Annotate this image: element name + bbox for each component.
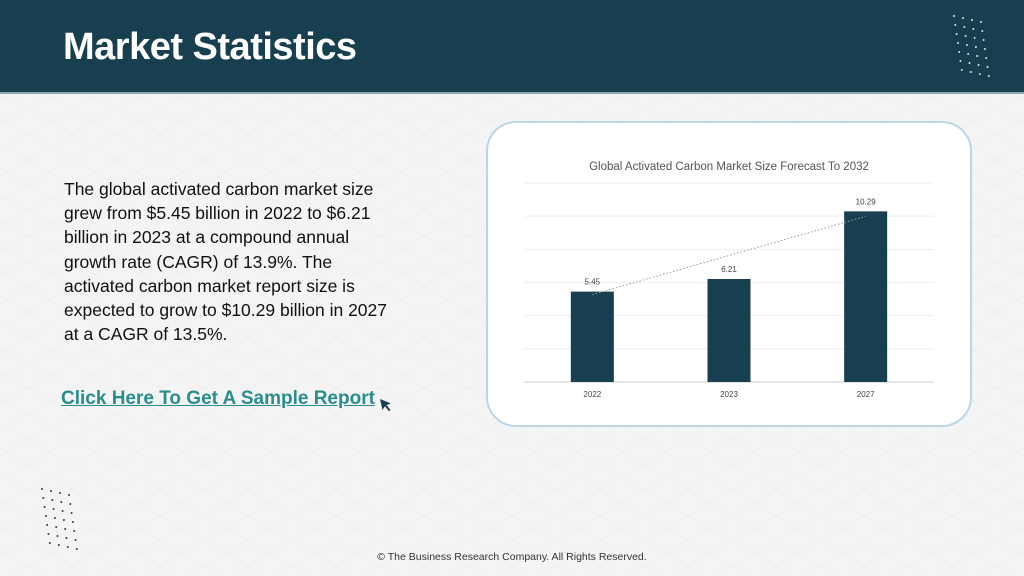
market-summary-text: The global activated carbon market size … [64,179,388,345]
dot [964,35,967,37]
dot [65,537,68,539]
dot [958,51,961,53]
dot [987,75,990,77]
dot [75,548,78,550]
dot [44,515,47,517]
cursor-arrow-icon[interactable] [378,397,394,413]
dot [52,508,55,510]
x-tick-label: 2027 [857,390,875,399]
x-tick-label: 2022 [583,390,601,399]
dot [74,539,77,541]
dot [968,62,971,64]
dot [66,546,69,548]
dot [70,512,73,514]
dot [972,28,975,30]
dot [68,494,70,496]
dot [976,55,979,57]
bar-chart: Global Activated Carbon Market Size Fore… [524,161,934,399]
dot [965,44,968,46]
bar [707,279,751,382]
bar [570,291,614,382]
dot [955,33,958,35]
dot [985,57,988,59]
dot [982,39,985,41]
bar [844,211,888,382]
dot [981,30,984,32]
page-title: Market Statistics [63,26,357,68]
dot [41,488,43,490]
dot [73,530,76,532]
dot [56,535,59,537]
dot [60,501,63,503]
dot [974,46,977,48]
dot [61,510,64,512]
dot-pattern-icon [41,488,78,550]
dot [42,497,45,499]
dot [977,64,980,66]
chart-title: Global Activated Carbon Market Size Fore… [589,161,869,173]
dot [57,544,60,546]
dot [48,542,51,544]
dot [978,73,981,75]
dot [47,533,50,535]
dot [43,506,46,508]
x-tick-label: 2023 [720,390,738,399]
dot [51,499,54,501]
dot [55,526,58,528]
data-label: 6.21 [721,265,737,274]
dot [980,21,982,23]
dot [53,517,56,519]
dot [59,492,61,494]
chart-card: Global Activated Carbon Market Size Fore… [486,121,972,427]
dot [959,60,962,62]
data-label: 5.45 [585,278,601,287]
dot [967,53,970,55]
dot [69,503,72,505]
dot [954,24,957,26]
dot [969,71,972,73]
dot [973,37,976,39]
data-label: 10.29 [856,197,877,206]
dot [956,42,959,44]
sample-report-link[interactable]: Click Here To Get A Sample Report [61,388,375,410]
dot [46,524,49,526]
dot [953,15,955,17]
dot [960,69,963,71]
dot [71,521,74,523]
dot [963,26,966,28]
dot [983,48,986,50]
dot [62,519,65,521]
dot [962,17,964,19]
dot [64,528,67,530]
dot-pattern-icon [953,15,990,77]
header-bar: Market Statistics [0,0,1024,94]
dot [50,490,52,492]
dot [986,66,989,68]
dot [971,19,973,21]
copyright-footer: © The Business Research Company. All Rig… [377,551,647,563]
